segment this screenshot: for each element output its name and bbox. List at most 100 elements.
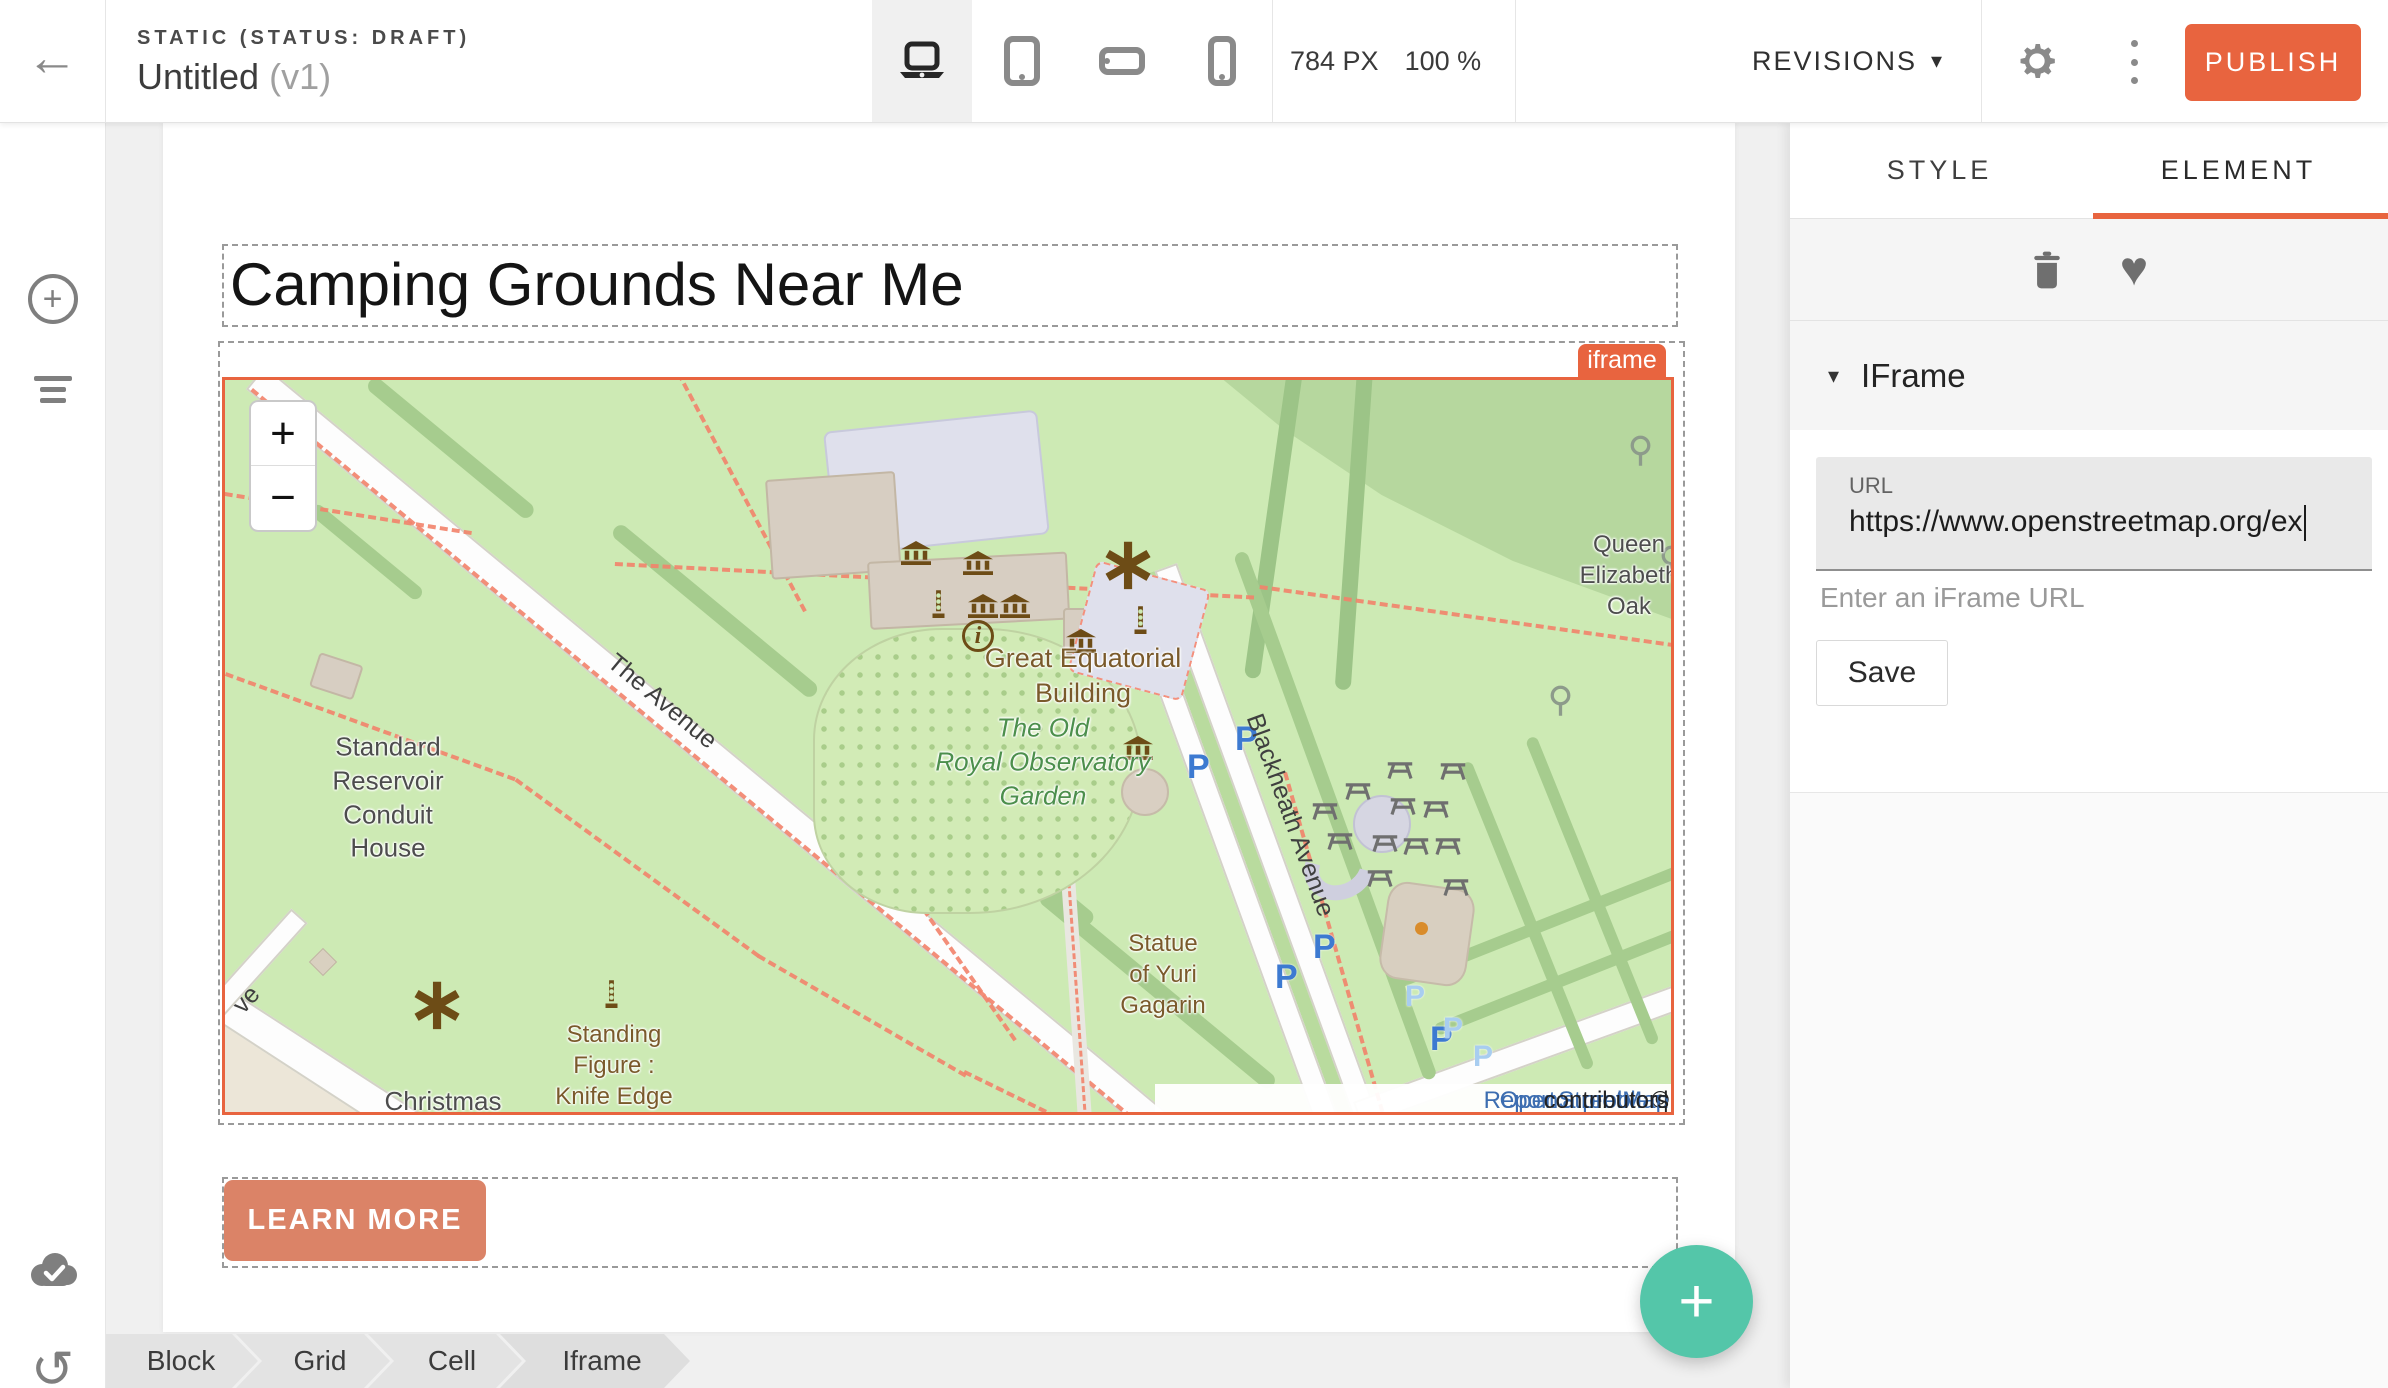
- right-settings-panel: STYLE ELEMENT ♥ ▾ IFrame URL https://www…: [1790, 122, 2388, 1388]
- iframe-section-title: IFrame: [1861, 357, 1966, 395]
- map-zoom-out-button[interactable]: −: [251, 466, 315, 529]
- left-sidebar: + ↺ ↻: [0, 122, 106, 1388]
- divider: [1515, 0, 1516, 122]
- phone-landscape-icon: [1099, 46, 1145, 76]
- undo-icon: ↺: [31, 1344, 75, 1388]
- parking-icon: P: [1473, 1040, 1493, 1074]
- url-helper-text: Enter an iFrame URL: [1820, 582, 2085, 614]
- app-window: ← STATIC (STATUS: DRAFT) Untitled (v1): [0, 0, 2388, 1388]
- picnic-table-icon: [1441, 876, 1471, 898]
- map-label-observatory-garden: The Old Royal Observatory Garden: [935, 711, 1150, 812]
- element-actions-bar: ♥: [1790, 219, 2388, 321]
- viewport-width: 784 PX: [1290, 46, 1379, 77]
- device-phone-landscape-button[interactable]: [1072, 0, 1172, 122]
- picnic-table-icon: [1310, 800, 1340, 822]
- add-block-fab[interactable]: +: [1640, 1245, 1753, 1358]
- laptop-icon: [897, 41, 947, 81]
- map-building: [309, 948, 337, 976]
- tablet-icon: [1003, 36, 1041, 86]
- map-footpath: [963, 1070, 1068, 1115]
- document-title: Untitled (v1): [137, 56, 331, 98]
- statue-icon: [604, 978, 619, 1011]
- map-label-standing-figure: Standing Figure : Knife Edge: [555, 1019, 672, 1113]
- map-zoom-control: + −: [249, 400, 317, 532]
- delete-element-button[interactable]: [2030, 250, 2064, 290]
- map-label-christmas: Christmas: [384, 1085, 501, 1115]
- breadcrumb-cell[interactable]: Cell: [368, 1334, 522, 1388]
- url-field-value: https://www.openstreetmap.org/ex: [1849, 505, 2306, 541]
- picnic-table-icon: [1365, 867, 1395, 889]
- map-woodland-area: [1130, 377, 1674, 675]
- tree-icon: [1630, 435, 1651, 468]
- top-toolbar: ← STATIC (STATUS: DRAFT) Untitled (v1): [0, 0, 2388, 123]
- contributors-text: contributors: [1544, 1087, 1669, 1115]
- undo-button[interactable]: ↺: [0, 1344, 105, 1388]
- tab-element[interactable]: ELEMENT: [2089, 122, 2388, 218]
- back-arrow-icon[interactable]: ←: [26, 28, 78, 88]
- picnic-table-icon: [1385, 759, 1415, 781]
- map-label-statue-gagarin: Statue of Yuri Gagarin: [1120, 928, 1205, 1022]
- parking-icon: P: [1275, 958, 1298, 997]
- device-desktop-button[interactable]: [872, 0, 972, 122]
- document-status: STATIC (STATUS: DRAFT): [137, 27, 470, 50]
- plus-circle-icon: +: [28, 274, 78, 324]
- revisions-label: REVISIONS: [1752, 46, 1917, 77]
- tree-icon: [1550, 685, 1571, 718]
- panel-tabs: STYLE ELEMENT: [1790, 122, 2388, 219]
- map-building: [309, 652, 364, 700]
- tab-style[interactable]: STYLE: [1790, 122, 2089, 218]
- map-poi-dot: [1415, 922, 1428, 935]
- museum-icon: [968, 594, 998, 618]
- favorite-heart-icon[interactable]: ♥: [2120, 250, 2149, 290]
- picnic-table-icon: [1401, 835, 1431, 857]
- breadcrumb-block[interactable]: Block: [104, 1334, 258, 1388]
- divider: [1272, 0, 1273, 122]
- map-attribution: Report a problem | © OpenStreetMap contr…: [1155, 1084, 1674, 1115]
- map-label-great-equatorial: Great Equatorial Building: [985, 641, 1182, 711]
- page-heading[interactable]: Camping Grounds Near Me: [230, 250, 1670, 319]
- obelisk-icon: [931, 588, 946, 621]
- parking-icon: P: [1187, 748, 1210, 787]
- trash-icon: [2030, 250, 2064, 290]
- device-tablet-button[interactable]: [972, 0, 1072, 122]
- publish-button[interactable]: PUBLISH: [2185, 24, 2361, 101]
- cloud-saved-status-icon: [0, 1250, 105, 1290]
- picnic-table-icon: [1325, 830, 1355, 852]
- museum-icon: [1000, 594, 1030, 618]
- breadcrumb-iframe[interactable]: Iframe: [500, 1334, 690, 1388]
- openstreetmap-iframe[interactable]: i ∗ ∗ P P P P P P P P The Avenue: [222, 377, 1674, 1115]
- picnic-table-icon: [1370, 832, 1400, 854]
- iframe-settings-card: URL https://www.openstreetmap.org/ex Ent…: [1790, 430, 2388, 793]
- parking-icon: P: [1443, 1012, 1463, 1046]
- parking-icon: P: [1405, 980, 1425, 1014]
- chevron-down-icon: ▾: [1931, 48, 1944, 74]
- obelisk-icon: [1133, 604, 1148, 637]
- map-footpath: [757, 954, 967, 1077]
- iframe-section-header[interactable]: ▾ IFrame: [1790, 321, 2388, 430]
- divider: [105, 0, 106, 122]
- iframe-element-tag: iframe: [1578, 344, 1666, 377]
- breadcrumb-grid[interactable]: Grid: [236, 1334, 390, 1388]
- collapse-caret-icon: ▾: [1828, 363, 1839, 389]
- more-options-kebab-button[interactable]: [2124, 40, 2144, 84]
- settings-gear-button[interactable]: [2014, 38, 2060, 84]
- picnic-table-icon: [1343, 780, 1373, 802]
- phone-portrait-icon: [1207, 36, 1237, 86]
- device-phone-button[interactable]: [1172, 0, 1272, 122]
- learn-more-button[interactable]: LEARN MORE: [224, 1180, 486, 1261]
- map-zoom-in-button[interactable]: +: [251, 402, 315, 466]
- viewport-size-indicator: 784 PX 100 %: [1290, 0, 1490, 122]
- parking-icon: P: [1313, 928, 1336, 967]
- viewpoint-icon: ∗: [1098, 545, 1158, 585]
- add-content-button[interactable]: +: [0, 274, 105, 324]
- viewpoint-icon: ∗: [407, 985, 467, 1025]
- map-footpath: [515, 778, 760, 958]
- url-input-field[interactable]: URL https://www.openstreetmap.org/ex: [1816, 457, 2372, 571]
- map-label-queen-elizabeth-oak: Queen Elizabeth Oak: [1580, 529, 1674, 623]
- structure-outline-button[interactable]: [0, 370, 105, 409]
- map-label-reservoir: Standard Reservoir Conduit House: [332, 730, 443, 865]
- title-text: Untitled: [137, 56, 259, 97]
- save-button[interactable]: Save: [1816, 640, 1948, 706]
- picnic-table-icon: [1438, 760, 1468, 782]
- revisions-dropdown[interactable]: REVISIONS ▾: [1752, 0, 1944, 122]
